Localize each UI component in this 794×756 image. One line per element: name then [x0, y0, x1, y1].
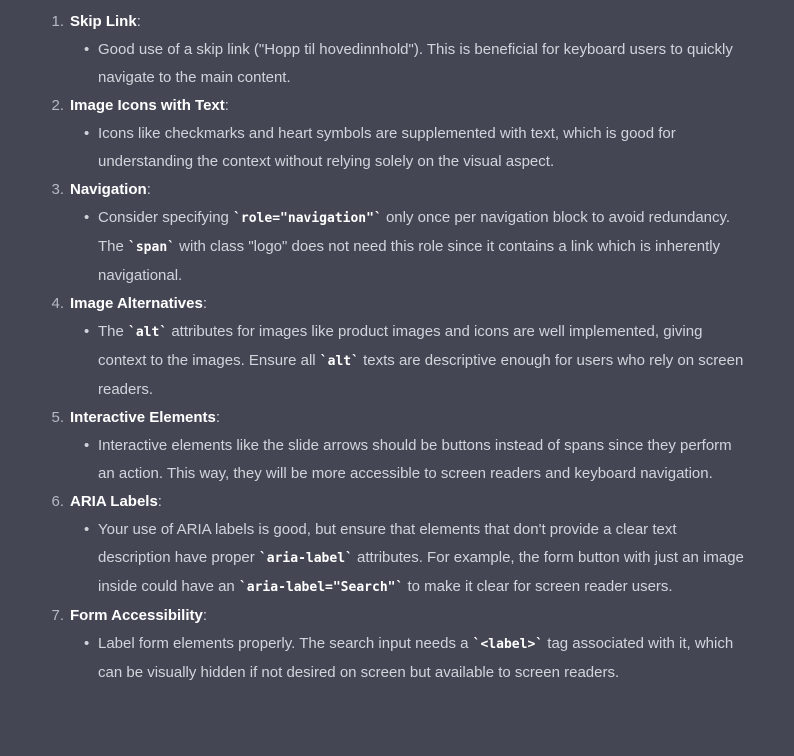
- item-number: 1.: [51, 13, 64, 30]
- inline-code: `aria-label`: [258, 551, 353, 566]
- inline-code: `alt`: [319, 354, 359, 369]
- response-content: 1. Skip Link: • Good use of a skip link (…: [0, 0, 794, 687]
- item-heading: 4. Image Alternatives:: [0, 290, 794, 318]
- bullet-icon: •: [84, 437, 90, 454]
- list-item: 4. Image Alternatives: • The `alt` attrib…: [0, 290, 794, 404]
- bullet-point: • Icons like checkmarks and heart symbols…: [0, 120, 794, 176]
- bullet-point: • The `alt` attributes for images like pr…: [0, 318, 794, 404]
- item-number: 7.: [51, 607, 64, 624]
- inline-code: `span`: [128, 240, 175, 255]
- list-item: 6. ARIA Labels: • Your use of ARIA labels…: [0, 488, 794, 602]
- item-bullets: • Consider specifying `role="navigation"`…: [0, 204, 794, 290]
- bullet-icon: •: [84, 209, 90, 226]
- list-item: 2. Image Icons with Text: • Icons like ch…: [0, 92, 794, 176]
- bullet-icon: •: [84, 41, 90, 58]
- item-title: ARIA Labels:: [70, 493, 162, 510]
- item-number: 4.: [51, 295, 64, 312]
- item-number: 5.: [51, 409, 64, 426]
- item-title: Navigation:: [70, 181, 151, 198]
- item-bullets: • Good use of a skip link ("Hopp til hove…: [0, 36, 794, 92]
- item-title: Form Accessibility:: [70, 607, 207, 624]
- item-title: Image Icons with Text:: [70, 97, 229, 114]
- item-bullets: • Label form elements properly. The searc…: [0, 630, 794, 687]
- bullet-point: • Good use of a skip link ("Hopp til hove…: [0, 36, 794, 92]
- list-item: 5. Interactive Elements: • Interactive el…: [0, 404, 794, 488]
- inline-code: `aria-label="Search"`: [238, 580, 404, 595]
- item-bullets: • Your use of ARIA labels is good, but en…: [0, 516, 794, 602]
- item-heading: 5. Interactive Elements:: [0, 404, 794, 432]
- item-bullets: • The `alt` attributes for images like pr…: [0, 318, 794, 404]
- bullet-point: • Interactive elements like the slide arr…: [0, 432, 794, 488]
- bullet-icon: •: [84, 635, 90, 652]
- item-heading: 6. ARIA Labels:: [0, 488, 794, 516]
- item-number: 6.: [51, 493, 64, 510]
- item-heading: 2. Image Icons with Text:: [0, 92, 794, 120]
- bullet-point: • Your use of ARIA labels is good, but en…: [0, 516, 794, 602]
- list-item: 7. Form Accessibility: • Label form eleme…: [0, 602, 794, 687]
- item-title: Interactive Elements:: [70, 409, 221, 426]
- list-item: 3. Navigation: • Consider specifying `rol…: [0, 176, 794, 290]
- bullet-icon: •: [84, 125, 90, 142]
- list-item: 1. Skip Link: • Good use of a skip link (…: [0, 8, 794, 92]
- item-heading: 7. Form Accessibility:: [0, 602, 794, 630]
- item-title: Image Alternatives:: [70, 295, 208, 312]
- item-bullets: • Interactive elements like the slide arr…: [0, 432, 794, 488]
- item-number: 3.: [51, 181, 64, 198]
- item-bullets: • Icons like checkmarks and heart symbols…: [0, 120, 794, 176]
- inline-code: `<label>`: [472, 637, 544, 652]
- item-heading: 3. Navigation:: [0, 176, 794, 204]
- inline-code: `alt`: [128, 325, 168, 340]
- inline-code: `role="navigation"`: [233, 211, 382, 226]
- accessibility-feedback-list: 1. Skip Link: • Good use of a skip link (…: [0, 8, 794, 687]
- bullet-icon: •: [84, 323, 90, 340]
- item-title: Skip Link:: [70, 13, 141, 30]
- bullet-icon: •: [84, 521, 90, 538]
- item-heading: 1. Skip Link:: [0, 8, 794, 36]
- item-number: 2.: [51, 97, 64, 114]
- bullet-point: • Consider specifying `role="navigation"`…: [0, 204, 794, 290]
- bullet-point: • Label form elements properly. The searc…: [0, 630, 794, 687]
